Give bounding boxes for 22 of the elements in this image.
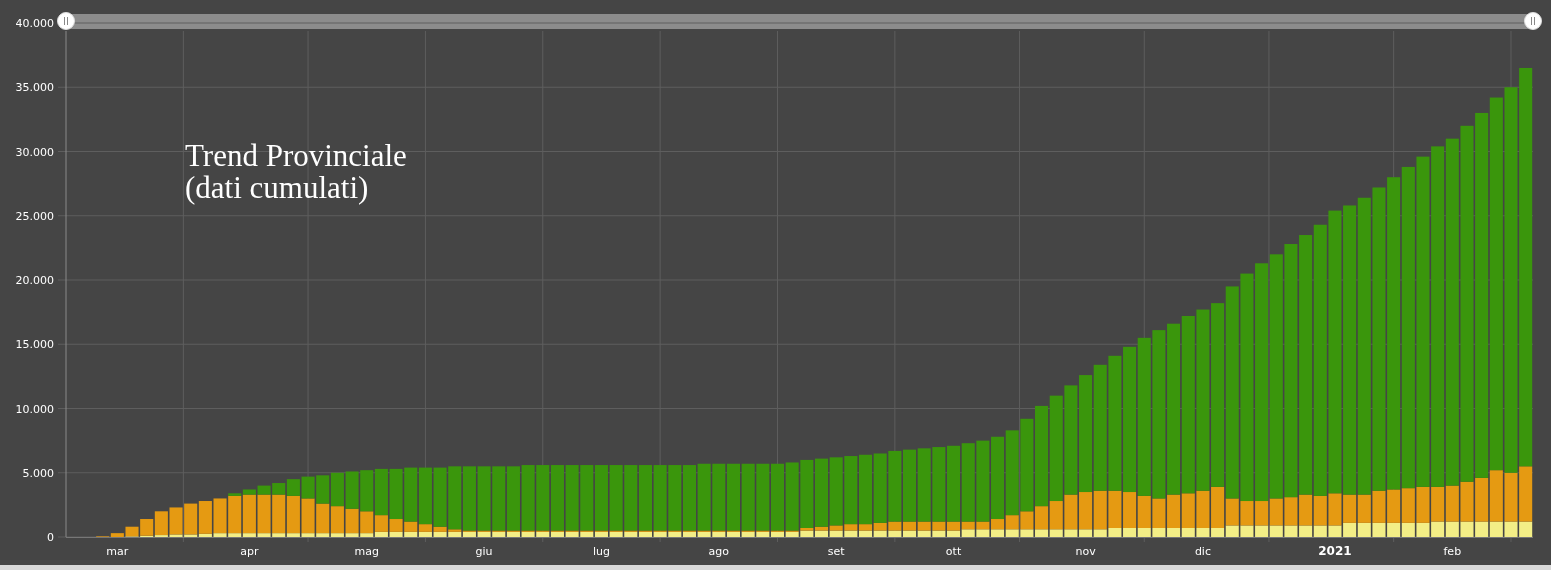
x-axis-label: mar — [106, 545, 129, 558]
x-axis-label: mag — [354, 545, 379, 558]
chart-title: Trend Provinciale (dati cumulati) — [185, 138, 407, 205]
x-axis-label: 2021 — [1318, 544, 1352, 558]
y-axis-label: 20.000 — [15, 274, 54, 287]
x-axis-label: apr — [240, 545, 259, 558]
x-axis-label: giu — [475, 545, 493, 558]
x-axis-label: feb — [1443, 545, 1462, 558]
y-axis-label: 40.000 — [15, 17, 54, 30]
y-axis-label: 25.000 — [15, 209, 54, 223]
x-axis-label: lug — [592, 545, 610, 558]
x-axis-label: set — [827, 545, 845, 558]
x-axis-label: dic — [1194, 545, 1211, 558]
y-axis-label: 35.000 — [15, 81, 54, 95]
y-axis-label: 0 — [47, 531, 54, 544]
y-axis-label: 15.000 — [15, 338, 54, 352]
x-axis-label: ott — [945, 545, 962, 558]
x-axis-label: nov — [1075, 545, 1096, 558]
y-axis-label: 30.000 — [15, 145, 54, 159]
y-axis-label: 5.000 — [22, 466, 54, 480]
y-axis-label: 10.000 — [15, 402, 54, 416]
x-axis-label: ago — [708, 545, 730, 558]
